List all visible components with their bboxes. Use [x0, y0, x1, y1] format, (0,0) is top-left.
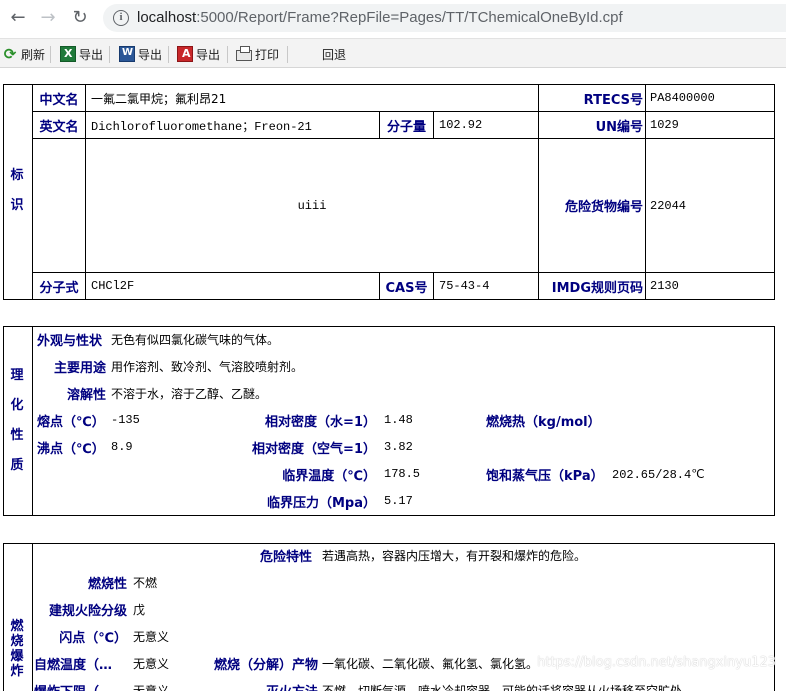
vapor-pressure-value: 202.65/28.4℃	[612, 467, 705, 482]
flammability-value: 不燃	[133, 575, 158, 590]
toolbar-separator	[287, 46, 288, 63]
dg-value: 22044	[650, 198, 687, 213]
use-value: 用作溶剂、致冷剂、气溶胶喷射剂。	[111, 359, 304, 374]
mw-value: 102.92	[439, 118, 483, 132]
section-label-fire: 燃烧 爆炸	[10, 619, 24, 679]
export-excel-button[interactable]: 导出	[60, 45, 103, 63]
hazard-value: 若遇高热，容器内压增大，有开裂和爆炸的危险。	[322, 548, 587, 563]
hazard-label: 危险特性	[259, 549, 312, 565]
mp-label: 熔点（℃）	[37, 414, 105, 430]
en-name-label: 英文名	[39, 119, 79, 135]
excel-icon	[60, 46, 76, 62]
divider	[32, 326, 33, 516]
divider	[433, 272, 434, 300]
imdg-label: IMDG规则页码	[551, 280, 643, 296]
critical-pressure-label: 临界压力（Mpa）	[266, 495, 376, 511]
appearance-value: 无色有似四氯化碳气味的气体。	[111, 332, 280, 347]
toolbar-separator	[227, 46, 228, 63]
cas-label: CAS号	[385, 280, 428, 296]
toolbar-separator	[168, 46, 169, 63]
divider	[32, 543, 33, 691]
url-bar[interactable]: i localhost:5000/Report/Frame?RepFile=Pa…	[103, 4, 786, 32]
toolbar-separator	[50, 46, 51, 63]
solubility-label: 溶解性	[66, 387, 106, 403]
lower-limit-label: 爆炸下限（…	[34, 680, 127, 691]
heat-label: 燃烧热（kg/mol）	[486, 414, 601, 430]
formula-label: 分子式	[39, 280, 79, 296]
divider	[433, 111, 434, 138]
section-label-physchem: 理化 性质	[10, 368, 24, 473]
extinguish-label: 灭火方法	[200, 680, 318, 691]
autoignition-label: 自燃温度（…	[34, 657, 113, 673]
refresh-icon: ⟳	[3, 45, 17, 63]
url-text[interactable]: localhost:5000/Report/Frame?RepFile=Page…	[137, 9, 623, 26]
critical-pressure-value: 5.17	[384, 494, 413, 508]
rd-water-label: 相对密度（水=1）	[265, 414, 376, 430]
imdg-value: 2130	[650, 279, 679, 293]
vapor-pressure-label: 饱和蒸气压（kPa）	[486, 468, 604, 484]
cn-name-value: 一氟二氯甲烷；氟利昂21	[91, 91, 227, 106]
browser-address-bar: ← → ↻ i localhost:5000/Report/Frame?RepF…	[0, 0, 786, 36]
cas-value: 75-43-4	[439, 279, 490, 293]
cn-name-label: 中文名	[39, 92, 79, 108]
bp-value: 8.9	[111, 440, 133, 454]
toolbar-separator	[109, 46, 110, 63]
rtecs-label: RTECS号	[583, 92, 643, 108]
report-toolbar: ⟳刷新 导出 导出 导出 打印 回退	[0, 38, 786, 68]
un-label: UN编号	[595, 119, 643, 135]
rtecs-value: PA8400000	[650, 91, 715, 105]
reload-icon[interactable]: ↻	[70, 8, 90, 28]
rd-water-value: 1.48	[384, 413, 413, 427]
rd-air-label: 相对密度（空气=1）	[252, 441, 376, 457]
dg-label: 危险货物编号	[564, 200, 643, 215]
en-name-value: Dichlorofluoromethane；Freon-21	[91, 119, 312, 134]
forward-arrow-icon[interactable]: →	[38, 8, 58, 28]
bp-label: 沸点（℃）	[37, 441, 105, 457]
appearance-label: 外观与性状	[37, 333, 103, 349]
structure-image-placeholder: uiii	[297, 198, 327, 213]
word-icon	[119, 46, 135, 62]
section-label-identification: 标识	[10, 168, 24, 213]
flash-point-label: 闪点（℃）	[59, 630, 127, 646]
watermark: https://blog.csdn.net/shangxinyu123	[537, 655, 776, 670]
flash-point-value: 无意义	[133, 629, 170, 644]
print-icon	[236, 46, 252, 61]
un-value: 1029	[650, 118, 679, 132]
mp-value: -135	[111, 413, 140, 427]
back-button[interactable]: 回退	[322, 45, 346, 63]
flammability-label: 燃烧性	[87, 576, 127, 592]
products-label: 燃烧（分解）产物	[213, 657, 318, 673]
divider	[645, 84, 646, 300]
extinguish-value: 不燃。切断气源。喷水冷却容器，可能的话将容器从火场移至空旷处。	[322, 683, 695, 691]
export-pdf-button[interactable]: 导出	[177, 45, 220, 63]
heat-value	[630, 410, 730, 430]
critical-temp-label: 临界温度（℃）	[282, 468, 376, 484]
back-arrow-icon[interactable]: ←	[8, 8, 28, 28]
export-word-button[interactable]: 导出	[119, 45, 162, 63]
info-icon[interactable]: i	[113, 10, 129, 26]
print-button[interactable]: 打印	[236, 45, 279, 63]
critical-temp-value: 178.5	[384, 467, 421, 481]
pdf-icon	[177, 46, 193, 62]
refresh-button[interactable]: ⟳ 刷新	[2, 45, 45, 63]
formula-value: CHCl2F	[91, 279, 135, 293]
use-label: 主要用途	[53, 360, 106, 376]
rd-air-value: 3.82	[384, 440, 413, 454]
solubility-value: 不溶于水，溶于乙醇、乙醚。	[111, 386, 268, 401]
fire-class-value: 戊	[133, 602, 146, 617]
fire-class-label: 建规火险分级	[48, 603, 127, 619]
mw-label: 分子量	[386, 119, 426, 135]
